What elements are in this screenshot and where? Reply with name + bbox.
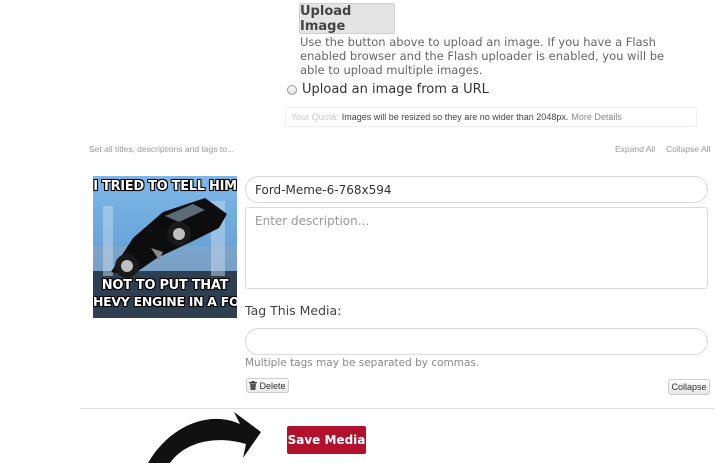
quota-text: Images will be resized so they are no wi… — [341, 112, 569, 122]
upload-help-text: Use the button above to upload an image.… — [300, 35, 665, 77]
media-description-field[interactable] — [245, 207, 708, 289]
set-all-link[interactable]: Set all titles, descriptions and tags to… — [89, 144, 234, 154]
url-radio-button[interactable] — [287, 84, 297, 95]
expand-all-link[interactable]: Expand All — [615, 144, 655, 154]
meme-bottom-caption-2: HEVY ENGINE IN A FOR — [93, 294, 237, 309]
media-thumbnail: I TRIED TO TELL HIM NOT TO PUT THAT HEVY… — [93, 176, 237, 318]
collapse-all-link[interactable]: Collapse All — [666, 144, 710, 154]
more-details-link[interactable]: More Details — [571, 112, 622, 122]
quota-label: Your Quota: — [291, 112, 339, 122]
meme-top-caption: I TRIED TO TELL HIM — [93, 179, 237, 194]
tag-help-text: Multiple tags may be separated by commas… — [245, 357, 480, 369]
url-option-label: Upload an image from a URL — [302, 82, 489, 97]
meme-bottom-caption-1: NOT TO PUT THAT — [101, 278, 229, 293]
upload-from-url-option[interactable]: Upload an image from a URL — [287, 82, 489, 97]
tag-input[interactable] — [245, 328, 708, 355]
curved-arrow-icon — [148, 412, 261, 463]
media-title-field[interactable] — [245, 176, 708, 203]
tag-heading: Tag This Media: — [245, 303, 342, 318]
collapse-button[interactable]: Collapse — [668, 379, 710, 395]
save-media-button[interactable]: Save Media — [287, 426, 366, 454]
upload-image-button[interactable]: Upload Image — [299, 3, 395, 34]
quota-info: Your Quota: Images will be resized so th… — [285, 107, 697, 127]
